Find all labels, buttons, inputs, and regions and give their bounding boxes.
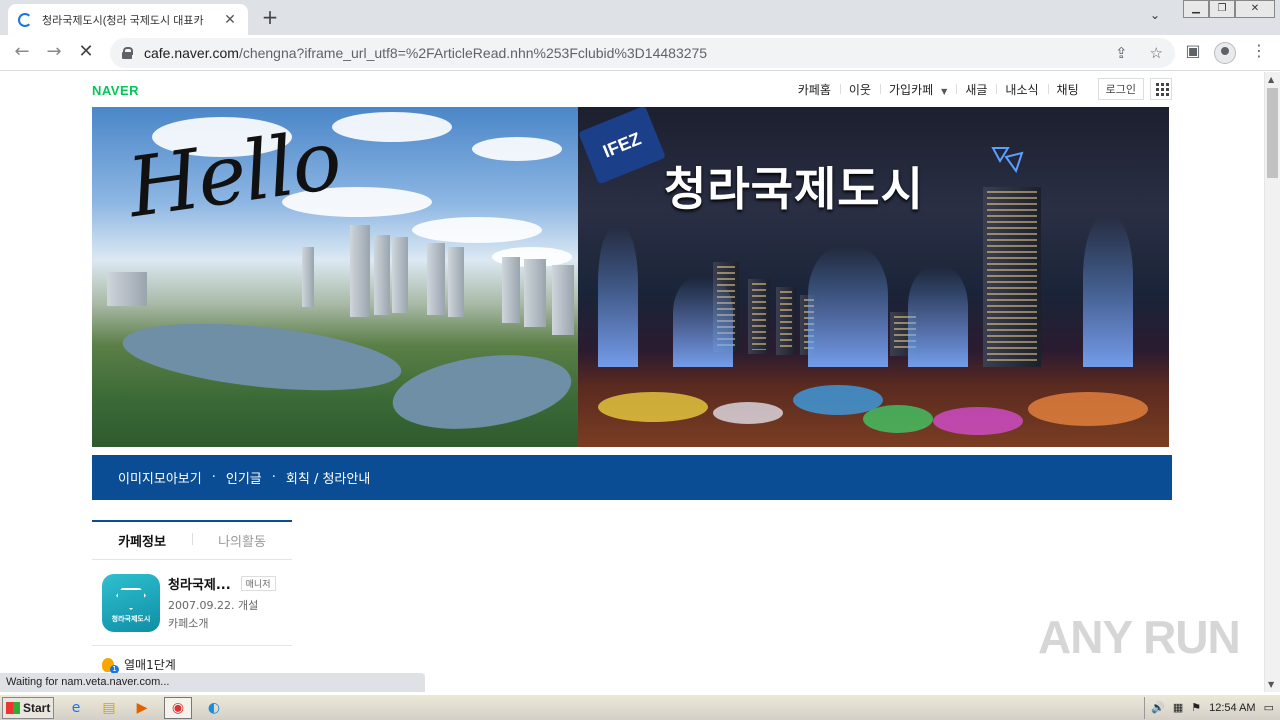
browser-toolbar: ← → ✕ cafe.naver.com /chengna?iframe_url… <box>0 35 1280 71</box>
banner-cafe-title: 청라국제도시 <box>664 162 924 216</box>
tab-strip: 청라국제도시(청라 국제도시 대표카 ✕ + ⌄ ▁ ❐ ✕ <box>0 0 1280 35</box>
manager-badge[interactable]: 매니저 <box>240 576 276 591</box>
diamond-icon <box>116 588 146 610</box>
scroll-up-icon[interactable]: ▲ <box>1268 75 1274 84</box>
page-content: NAVER 카페홈 이웃 가입카페 ▼ 새글 내소식 채팅 로그인 Hello … <box>0 72 1264 692</box>
scroll-down-icon[interactable]: ▼ <box>1268 680 1274 689</box>
fruit-level-icon <box>102 657 119 674</box>
prism-decoration-icon <box>991 147 1024 174</box>
tab-search-icon[interactable]: ⌄ <box>1150 8 1160 22</box>
cafe-menu-bar: 이미지모아보기 · 인기글 · 회칙 / 청라안내 <box>92 455 1172 500</box>
share-icon[interactable]: ⇪ <box>1115 44 1128 62</box>
cafe-logo-label: 청라국제도시 <box>111 615 151 623</box>
cafe-info-panel: 청라국제도시 청라국제... 매니저 2007.09.22. 개설 카페소개 <box>92 560 292 646</box>
clock[interactable]: 12:54 AM <box>1209 702 1255 714</box>
forward-icon[interactable]: → <box>42 41 66 65</box>
sidebar-tabs: 카페정보 나의활동 <box>92 520 292 560</box>
cafe-banner[interactable]: Hello IFEZ 청라국제도시 <box>92 107 1169 447</box>
gnb-chat[interactable]: 채팅 <box>1047 81 1088 98</box>
gnb-joined-cafes-label: 가입카페 <box>888 82 934 97</box>
cafe-intro-link[interactable]: 카페소개 <box>168 615 276 631</box>
start-button[interactable]: Start <box>2 696 54 719</box>
menu-rules-guide[interactable]: 회칙 / 청라안내 <box>286 468 370 487</box>
banner-city-photo: Hello <box>92 107 578 447</box>
global-nav: 카페홈 이웃 가입카페 ▼ 새글 내소식 채팅 로그인 <box>789 78 1172 100</box>
windows-taskbar: Start e ▤ ▶ ◉ ◐ 🔊 ▦ ⚑ 12:54 AM ▭ <box>0 694 1280 720</box>
gnb-cafe-home[interactable]: 카페홈 <box>789 81 840 98</box>
tab-cafe-info[interactable]: 카페정보 <box>92 531 192 550</box>
cafe-name[interactable]: 청라국제... <box>168 574 231 593</box>
menu-separator: · <box>211 470 216 485</box>
cafe-logo[interactable]: 청라국제도시 <box>102 574 160 632</box>
edge-icon[interactable]: ◐ <box>203 697 225 719</box>
menu-image-gallery[interactable]: 이미지모아보기 <box>118 468 202 487</box>
system-tray: 🔊 ▦ ⚑ 12:54 AM ▭ <box>1144 696 1280 719</box>
media-player-icon[interactable]: ▶ <box>131 697 153 719</box>
gnb-neighbors[interactable]: 이웃 <box>839 81 880 98</box>
banner-night-photo: IFEZ 청라국제도시 <box>578 107 1169 447</box>
gnb-new-posts[interactable]: 새글 <box>956 81 996 98</box>
side-panel-icon[interactable]: ▣ <box>1182 41 1204 60</box>
network-icon[interactable]: ▦ <box>1173 701 1183 714</box>
login-button[interactable]: 로그인 <box>1097 78 1144 100</box>
cafe-sidebar: 카페정보 나의활동 청라국제도시 청라국제... 매니저 2007.09.22.… <box>92 520 292 683</box>
ie-icon[interactable]: e <box>65 697 87 719</box>
lock-icon[interactable] <box>122 47 133 59</box>
new-tab-button[interactable]: + <box>258 6 282 30</box>
anyrun-watermark: ANY RUN <box>1038 611 1241 663</box>
tab-title: 청라국제도시(청라 국제도시 대표카 <box>42 14 204 27</box>
tab-close-icon[interactable]: ✕ <box>222 12 238 28</box>
menu-separator: · <box>271 470 276 485</box>
url-path: /chengna?iframe_url_utf8=%2FArticleRead.… <box>238 45 708 61</box>
apps-grid-icon[interactable] <box>1150 78 1172 100</box>
profile-avatar-icon[interactable] <box>1214 42 1236 64</box>
member-level-label: 열매1단계 <box>124 658 176 672</box>
status-bubble: Waiting for nam.veta.naver.com... <box>0 673 425 692</box>
window-close-button[interactable]: ✕ <box>1235 0 1275 18</box>
ifez-flag: IFEZ <box>578 107 666 185</box>
chrome-taskbar-icon[interactable]: ◉ <box>164 696 192 719</box>
browser-tab[interactable]: 청라국제도시(청라 국제도시 대표카 ✕ <box>8 4 248 35</box>
address-bar[interactable]: cafe.naver.com /chengna?iframe_url_utf8=… <box>110 38 1175 68</box>
caret-down-icon: ▼ <box>941 86 948 96</box>
loading-spinner-icon <box>18 12 32 27</box>
naver-logo[interactable]: NAVER <box>92 83 139 98</box>
stop-loading-icon[interactable]: ✕ <box>74 41 98 65</box>
back-icon[interactable]: ← <box>10 41 34 65</box>
action-center-flag-icon[interactable]: ⚑ <box>1191 701 1201 714</box>
tab-my-activity[interactable]: 나의활동 <box>192 531 292 550</box>
page-scrollbar[interactable]: ▲ ▼ <box>1264 72 1280 692</box>
chrome-menu-icon[interactable]: ⋮ <box>1248 41 1270 60</box>
start-label: Start <box>23 700 51 715</box>
cafe-open-date: 2007.09.22. 개설 <box>168 599 259 612</box>
notification-icon[interactable]: ▭ <box>1264 701 1274 714</box>
minimize-button[interactable]: ▁ <box>1183 0 1209 18</box>
gnb-my-news[interactable]: 내소식 <box>996 81 1047 98</box>
bookmark-star-icon[interactable]: ☆ <box>1150 44 1163 62</box>
url-host: cafe.naver.com <box>144 45 239 61</box>
explorer-folder-icon[interactable]: ▤ <box>98 697 120 719</box>
scrollbar-thumb[interactable] <box>1267 88 1278 178</box>
windows-logo-icon <box>6 701 20 714</box>
gnb-joined-cafes[interactable]: 가입카페 ▼ <box>879 81 956 98</box>
menu-popular-posts[interactable]: 인기글 <box>226 468 262 487</box>
restore-button[interactable]: ❐ <box>1209 0 1235 18</box>
volume-icon[interactable]: 🔊 <box>1151 701 1165 714</box>
